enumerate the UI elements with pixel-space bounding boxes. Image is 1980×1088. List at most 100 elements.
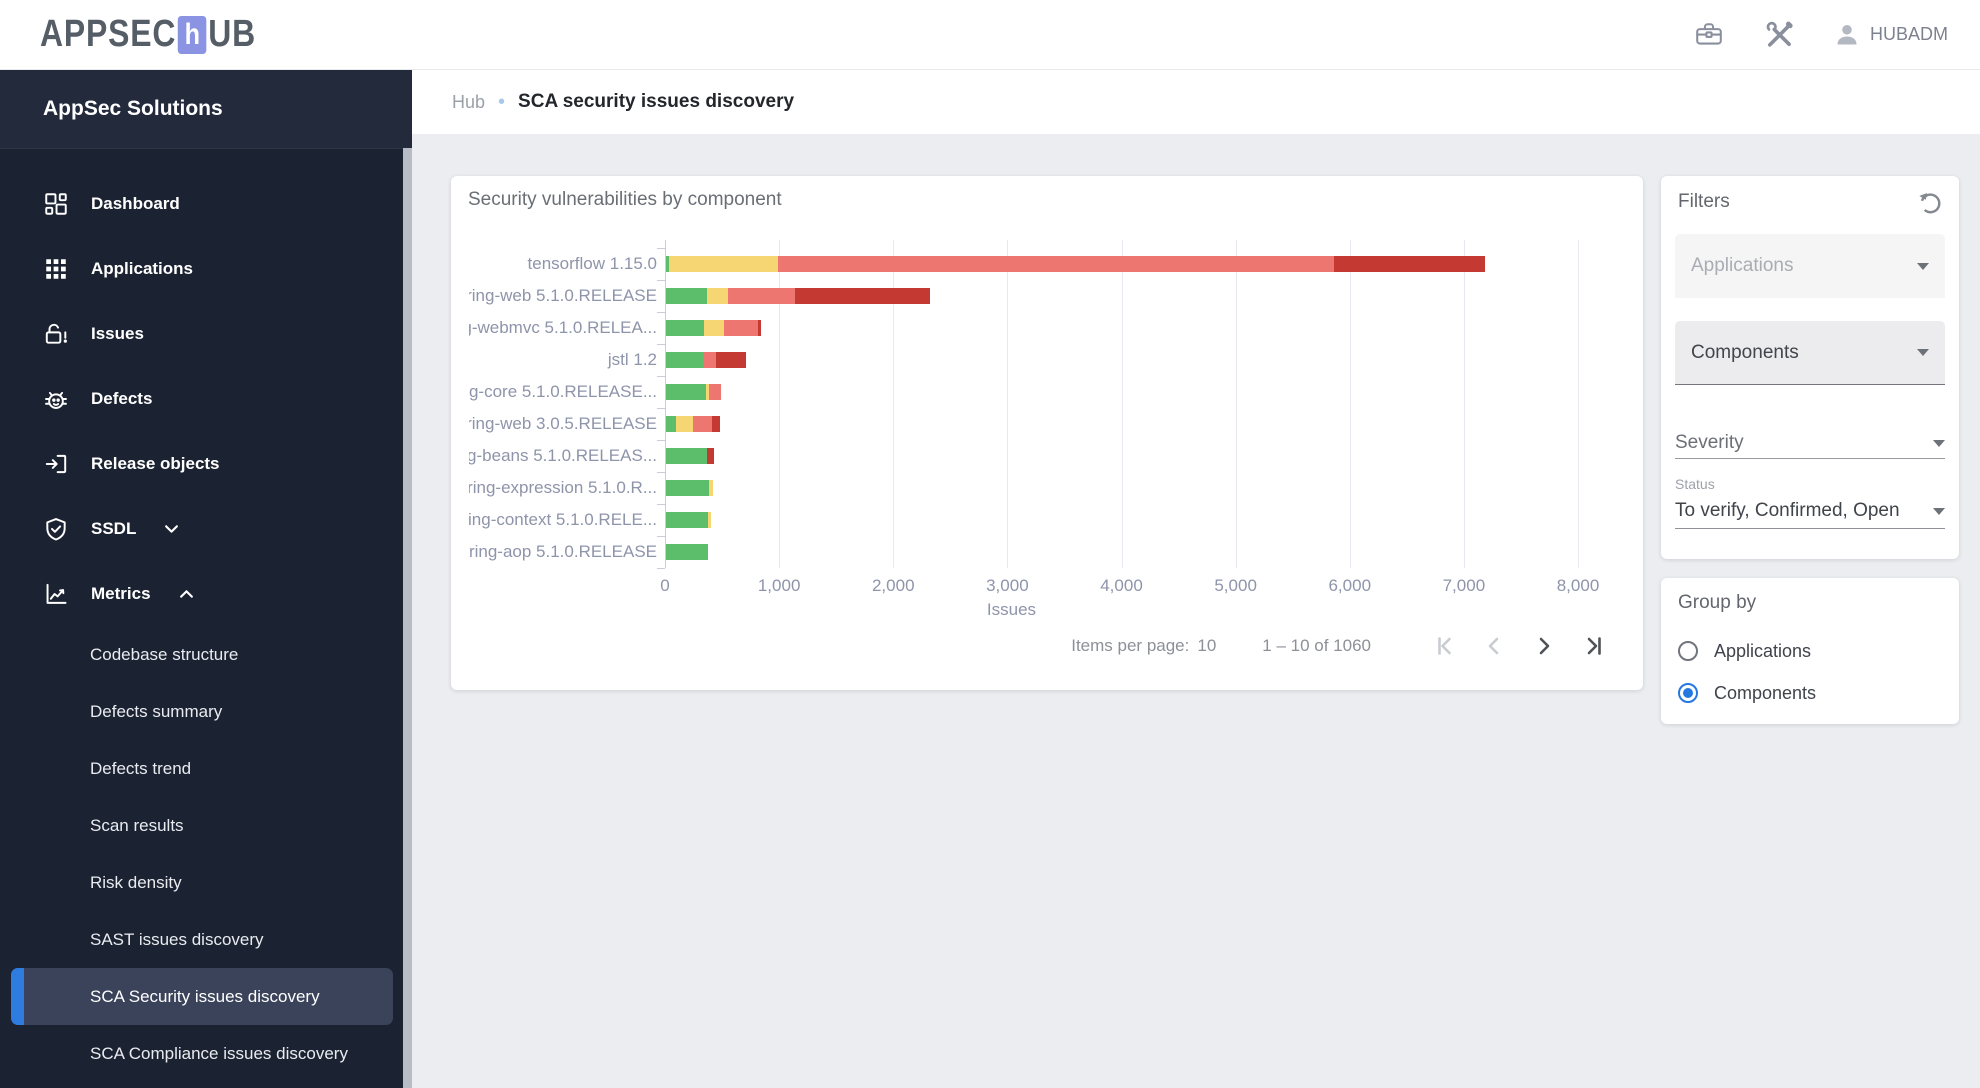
sidebar-item-defects[interactable]: Defects bbox=[0, 366, 412, 431]
y-axis-tick bbox=[657, 504, 665, 505]
x-tick-label: 0 bbox=[660, 576, 670, 595]
paginator: Items per page: 10 1 – 10 of 1060 bbox=[1071, 628, 1607, 664]
sidebar-item-defects-trend[interactable]: Defects trend bbox=[0, 740, 412, 797]
lock-alert-icon bbox=[43, 319, 73, 349]
x-tick-label: 1,000 bbox=[757, 576, 801, 595]
pager-buttons bbox=[1431, 633, 1607, 659]
gridline bbox=[1349, 240, 1351, 568]
bar-segment-green bbox=[666, 384, 706, 400]
sidebar-item-metrics[interactable]: Metrics bbox=[0, 561, 412, 626]
applications-filter-select[interactable]: Applications bbox=[1675, 234, 1945, 298]
category-label: spring-aop 5.1.0.RELEASE bbox=[469, 542, 657, 561]
sidebar-item-label: Scan results bbox=[90, 815, 184, 835]
bar-segment-dark-red bbox=[707, 448, 714, 464]
release-icon bbox=[43, 449, 73, 479]
radio-checked-icon[interactable] bbox=[1678, 683, 1698, 703]
sidebar-item-issues[interactable]: Issues bbox=[0, 301, 412, 366]
bar-segment-green bbox=[666, 288, 707, 304]
category-label: pring-core 5.1.0.RELEASE... bbox=[469, 382, 657, 401]
previous-page-icon[interactable] bbox=[1481, 633, 1507, 659]
group-by-option-components[interactable]: Components bbox=[1678, 681, 1816, 705]
next-page-icon[interactable] bbox=[1531, 633, 1557, 659]
sidebar-item-sast-issues-discovery[interactable]: SAST issues discovery bbox=[0, 911, 412, 968]
gridline bbox=[1578, 240, 1579, 568]
bar-row-spring-expression-5-1-0-r[interactable] bbox=[666, 480, 713, 496]
sidebar-item-risk-density[interactable]: Risk density bbox=[0, 854, 412, 911]
bar-row-pring-core-5-1-0-release[interactable] bbox=[666, 384, 721, 400]
components-filter-select[interactable]: Components bbox=[1675, 321, 1945, 385]
username-label: HUBADM bbox=[1869, 24, 1948, 44]
category-label: tensorflow 1.15.0 bbox=[527, 254, 657, 273]
radio-unchecked-icon[interactable] bbox=[1678, 641, 1698, 661]
bar-row-tensorflow-1-15-0[interactable] bbox=[666, 256, 1486, 272]
breadcrumb-separator: • bbox=[498, 90, 506, 113]
last-page-icon[interactable] bbox=[1581, 633, 1607, 659]
items-per-page-select[interactable]: 10 bbox=[1197, 636, 1216, 656]
toolbox-icon[interactable] bbox=[1694, 20, 1724, 50]
top-right-actions: HUBADM bbox=[1694, 20, 1948, 50]
bar-segment-green bbox=[666, 352, 703, 368]
bar-row-spring-context-5-1-0-rele[interactable] bbox=[666, 512, 712, 528]
sidebar-title: AppSec Solutions bbox=[43, 97, 223, 120]
chart-card: Security vulnerabilities by component 0 1… bbox=[451, 176, 1643, 690]
group-by-option-applications[interactable]: Applications bbox=[1678, 639, 1811, 663]
bar-segment-light-red bbox=[702, 352, 717, 368]
x-tick-label: 2,000 bbox=[871, 576, 915, 595]
bar-row-jstl-1-2[interactable] bbox=[666, 352, 746, 368]
gridline bbox=[1007, 240, 1009, 568]
bar-row-pring-beans-5-1-0-releas[interactable] bbox=[666, 448, 714, 464]
bar-segment-light-red bbox=[708, 384, 721, 400]
sidebar-item-defects-summary[interactable]: Defects summary bbox=[0, 683, 412, 740]
sidebar-item-applications[interactable]: Applications bbox=[0, 236, 412, 301]
gridline bbox=[1463, 240, 1465, 568]
x-tick-label: 7,000 bbox=[1442, 576, 1486, 595]
bar-row-spring-aop-5-1-0-release[interactable] bbox=[666, 544, 709, 560]
group-by-panel: Group by Applications Components bbox=[1661, 578, 1959, 724]
group-by-option-label: Components bbox=[1714, 682, 1817, 703]
sidebar-item-label: Applications bbox=[91, 258, 194, 278]
severity-filter-label: Severity bbox=[1675, 432, 1744, 453]
sidebar-item-label: SCA Security issues discovery bbox=[90, 986, 320, 1006]
sidebar-item-label: Defects bbox=[91, 388, 153, 408]
shield-check-icon bbox=[43, 514, 73, 544]
sidebar-item-label: Release objects bbox=[91, 453, 220, 473]
breadcrumb-root[interactable]: Hub bbox=[452, 92, 485, 113]
x-tick-label: 3,000 bbox=[986, 576, 1029, 595]
chevron-down-icon bbox=[1917, 262, 1929, 270]
bar-row-spring-web-3-0-5-release[interactable] bbox=[666, 416, 720, 432]
bar-row-ring-webmvc-5-1-0-relea[interactable] bbox=[666, 320, 761, 336]
logo-text-post: UB bbox=[208, 13, 257, 55]
sidebar-item-label: Defects summary bbox=[90, 701, 223, 721]
status-filter-select[interactable]: To verify, Confirmed, Open bbox=[1675, 494, 1945, 529]
sidebar-item-ssdl[interactable]: SSDL bbox=[0, 496, 412, 561]
group-by-option-label: Applications bbox=[1714, 640, 1812, 661]
first-page-icon[interactable] bbox=[1431, 633, 1457, 659]
user-menu[interactable]: HUBADM bbox=[1834, 22, 1948, 48]
sidebar-item-dashboard[interactable]: Dashboard bbox=[0, 171, 412, 236]
tools-icon[interactable] bbox=[1764, 20, 1794, 50]
bar-segment-light-red bbox=[777, 256, 1334, 272]
sidebar-item-sca-security-issues-discovery[interactable]: SCA Security issues discovery bbox=[11, 968, 393, 1025]
sidebar-item-codebase-structure[interactable]: Codebase structure bbox=[0, 626, 412, 683]
chart-title: Security vulnerabilities by component bbox=[468, 189, 782, 210]
y-axis-tick bbox=[657, 312, 665, 313]
sidebar-item-scan-results[interactable]: Scan results bbox=[0, 797, 412, 854]
severity-filter-select[interactable]: Severity bbox=[1675, 428, 1945, 459]
y-axis-tick bbox=[657, 536, 665, 537]
bar-row-spring-web-5-1-0-release[interactable] bbox=[666, 288, 931, 304]
sidebar-item-release-objects[interactable]: Release objects bbox=[0, 431, 412, 496]
category-label: spring-web 5.1.0.RELEASE bbox=[469, 286, 657, 305]
bar-segment-yellow bbox=[703, 320, 724, 336]
bar-segment-green bbox=[666, 320, 704, 336]
sidebar-item-sca-compliance-issues-discovery[interactable]: SCA Compliance issues discovery bbox=[0, 1025, 412, 1082]
bar-segment-yellow bbox=[668, 256, 778, 272]
bar-segment-yellow bbox=[707, 512, 712, 528]
dashboard-icon bbox=[43, 189, 73, 219]
sidebar-scrollbar[interactable] bbox=[403, 148, 412, 1088]
y-axis-tick bbox=[657, 568, 665, 569]
reset-filters-icon[interactable] bbox=[1915, 187, 1945, 217]
sidebar-item-label: Codebase structure bbox=[90, 644, 239, 664]
category-label: pring-beans 5.1.0.RELEAS... bbox=[469, 446, 657, 465]
apps-icon bbox=[43, 254, 73, 284]
chevron-down-icon bbox=[1933, 439, 1945, 447]
